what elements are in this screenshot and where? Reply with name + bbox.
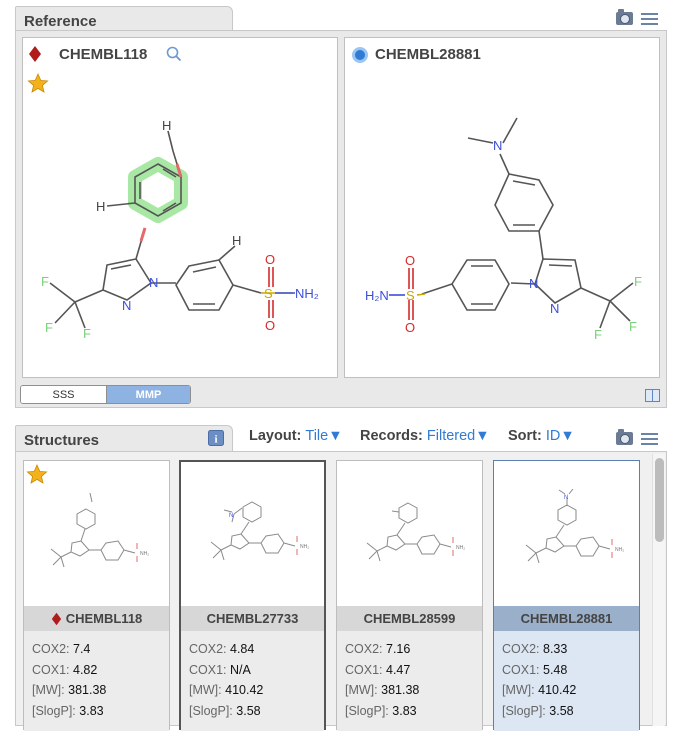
tile-header: CHEMBL27733 — [181, 606, 324, 631]
svg-text:NH₂: NH₂ — [615, 547, 624, 553]
reference-menu-icon[interactable] — [641, 13, 658, 25]
sort-dropdown[interactable]: ID▼ — [546, 428, 575, 444]
tile-properties: COX2: 7.4 COX1: 4.82 [MW]: 381.38 [SlogP… — [24, 631, 169, 731]
atom-f3: F — [594, 327, 602, 342]
cox1-value: 4.82 — [73, 662, 98, 677]
structures-scrollbar[interactable] — [652, 454, 665, 726]
structure-thumbnail: N NH₂ — [525, 489, 624, 564]
atom-n1: N — [149, 275, 158, 290]
atom-o-top: O — [405, 253, 415, 268]
atom-s: S — [264, 286, 273, 301]
mw-value: 410.42 — [225, 683, 264, 697]
tile-id: CHEMBL28881 — [520, 611, 613, 626]
records-label: Records: — [360, 428, 423, 444]
svg-text:NH₂: NH₂ — [456, 545, 465, 551]
tile-properties: COX2: 4.84 COX1: N/A [MW]: 410.42 [SlogP… — [181, 631, 324, 731]
structure-tile[interactable]: N NH₂ CHEMBL28881 COX2: 8.33 COX1: 5.48 … — [493, 460, 640, 731]
slogp-value: 3.58 — [236, 703, 261, 718]
atom-h2n: H₂N — [365, 288, 389, 303]
slogp-value: 3.83 — [392, 703, 417, 718]
structure-tile[interactable]: N NH₂ CHEMBL27733 COX2: 4.84 COX1: N/A [… — [179, 460, 326, 731]
structures-panel-title: Structures — [24, 432, 100, 449]
slogp-value: 3.83 — [79, 703, 104, 718]
records-control: Records: Filtered▼ — [360, 428, 490, 444]
sort-control: Sort: ID▼ — [508, 428, 575, 444]
tile-header: CHEMBL118 — [24, 606, 169, 631]
tile-id: CHEMBL28599 — [363, 611, 456, 626]
svg-text:NH₂: NH₂ — [140, 551, 149, 557]
atom-nh2: NH₂ — [295, 286, 319, 301]
structure-thumbnail: N NH₂ — [210, 501, 309, 561]
structure-thumbnail: NH₂ — [50, 492, 149, 568]
reference-right-molecule[interactable]: CHEMBL28881 N N N S O O H₂N F F F — [344, 37, 660, 378]
cox1-value: 5.48 — [543, 662, 568, 677]
records-dropdown[interactable]: Filtered▼ — [427, 428, 490, 444]
tile-header: CHEMBL28599 — [337, 606, 482, 631]
atom-h-left: H — [96, 199, 105, 214]
atom-h-right: H — [232, 233, 241, 248]
search-mode-toggle: SSS MMP — [20, 385, 191, 404]
star-icon[interactable] — [26, 464, 48, 484]
sort-label: Sort: — [508, 428, 542, 444]
reference-panel-tab: Reference — [15, 6, 233, 31]
svg-text:i: i — [214, 434, 217, 446]
structures-camera-icon[interactable] — [616, 429, 633, 445]
tile-properties: COX2: 8.33 COX1: 5.48 [MW]: 410.42 [Slog… — [494, 631, 639, 731]
diamond-icon — [51, 612, 61, 625]
sss-mode-button[interactable]: SSS — [21, 386, 106, 403]
structure-tile[interactable]: NH₂ CHEMBL118 COX2: 7.4 COX1: 4.82 [MW]:… — [23, 460, 170, 731]
scrollbar-thumb[interactable] — [655, 458, 664, 542]
cox2-value: 8.33 — [543, 642, 568, 656]
atom-f2: F — [45, 320, 53, 335]
tile-id: CHEMBL27733 — [206, 611, 299, 626]
atom-n2: N — [122, 298, 131, 313]
dimethylamino-structure: N N N S O O H₂N F F F — [365, 117, 642, 342]
atom-o-top: O — [265, 252, 275, 267]
reference-panel-title: Reference — [24, 13, 97, 30]
structures-panel-tab: Structures — [15, 425, 233, 452]
mw-value: 381.38 — [381, 683, 420, 697]
mw-value: 410.42 — [538, 683, 577, 697]
cox2-value: 4.84 — [230, 642, 255, 656]
mw-value: 381.38 — [68, 683, 107, 697]
structure-thumbnail: NH₂ — [366, 502, 465, 562]
layout-control: Layout: Tile▼ — [249, 428, 343, 444]
split-view-icon[interactable] — [645, 389, 660, 402]
atom-f1: F — [41, 274, 49, 289]
atom-f3: F — [83, 326, 91, 341]
svg-text:N: N — [564, 495, 568, 501]
atom-f2: F — [629, 319, 637, 334]
slogp-value: 3.58 — [549, 703, 574, 718]
atom-n2: N — [550, 301, 559, 316]
mmp-mode-button[interactable]: MMP — [105, 386, 190, 403]
cox1-value: N/A — [230, 662, 251, 677]
celecoxib-structure: H H H N N S O O NH₂ F F F — [41, 118, 319, 341]
atom-o-bottom: O — [405, 320, 415, 335]
atom-n1: N — [529, 276, 538, 291]
svg-text:NH₂: NH₂ — [300, 544, 309, 550]
svg-text:N: N — [229, 513, 233, 519]
atom-h-top: H — [162, 118, 171, 133]
cox2-value: 7.16 — [386, 642, 411, 656]
cox1-value: 4.47 — [386, 662, 411, 677]
atom-o-bottom: O — [265, 318, 275, 333]
structure-tile[interactable]: NH₂ CHEMBL28599 COX2: 7.16 COX1: 4.47 [M… — [336, 460, 483, 731]
atom-s: S — [406, 288, 415, 303]
atom-f1: F — [634, 274, 642, 289]
structures-menu-icon[interactable] — [641, 433, 658, 445]
reference-left-molecule[interactable]: CHEMBL118 H H H N N S O O NH₂ F F F — [22, 37, 338, 378]
info-icon[interactable]: i — [208, 430, 224, 446]
layout-label: Layout: — [249, 428, 302, 444]
layout-dropdown[interactable]: Tile▼ — [305, 428, 342, 444]
tile-id: CHEMBL118 — [65, 611, 143, 626]
reference-camera-icon[interactable] — [616, 9, 633, 25]
atom-n-amine: N — [493, 138, 502, 153]
tile-header: CHEMBL28881 — [494, 606, 639, 631]
tile-properties: COX2: 7.16 COX1: 4.47 [MW]: 381.38 [Slog… — [337, 631, 482, 731]
cox2-value: 7.4 — [73, 642, 91, 656]
